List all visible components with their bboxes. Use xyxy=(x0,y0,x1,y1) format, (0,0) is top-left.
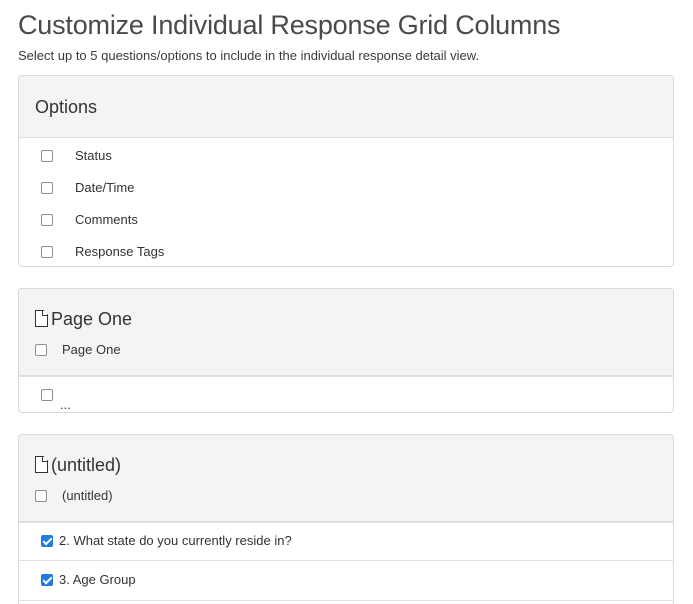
question-label: 3. Age Group xyxy=(59,572,136,587)
question-row[interactable]: ... xyxy=(19,376,673,412)
document-icon xyxy=(35,310,48,327)
option-label: Comments xyxy=(75,212,138,227)
page-title: Customize Individual Response Grid Colum… xyxy=(18,10,561,40)
document-icon xyxy=(35,456,48,473)
comments-checkbox[interactable] xyxy=(41,214,53,226)
question-checkbox-checked[interactable] xyxy=(41,535,53,547)
options-panel-title: Options xyxy=(35,97,98,117)
question-checkbox[interactable] xyxy=(41,389,53,401)
untitled-option-label: (untitled) xyxy=(62,488,113,503)
page-one-panel-header: Page One Page One xyxy=(19,289,673,376)
status-checkbox[interactable] xyxy=(41,150,53,162)
options-panel: Options Status Date/Time Comments Respon… xyxy=(18,75,674,267)
question-checkbox-checked[interactable] xyxy=(41,574,53,586)
question-row[interactable]: 3. Age Group xyxy=(19,560,673,600)
page-one-heading: Page One xyxy=(35,309,132,330)
option-label: Status xyxy=(75,148,112,163)
untitled-page-panel: (untitled) (untitled) 2. What state do y… xyxy=(18,434,674,604)
untitled-heading-label: (untitled) xyxy=(51,455,122,475)
date-time-checkbox[interactable] xyxy=(41,182,53,194)
page-subtitle: Select up to 5 questions/options to incl… xyxy=(18,48,480,63)
untitled-heading: (untitled) xyxy=(35,455,121,476)
page-one-panel: Page One Page One ... xyxy=(18,288,674,413)
option-label: Response Tags xyxy=(75,244,165,259)
option-label: Date/Time xyxy=(75,180,135,195)
options-panel-header: Options xyxy=(19,76,673,138)
question-row-partial xyxy=(19,600,673,604)
untitled-page-checkbox[interactable] xyxy=(35,490,47,502)
untitled-panel-header: (untitled) (untitled) xyxy=(19,435,673,522)
page-one-option-label: Page One xyxy=(62,342,121,357)
page-one-heading-label: Page One xyxy=(51,309,133,329)
question-row[interactable]: 2. What state do you currently reside in… xyxy=(19,522,673,560)
page-one-checkbox[interactable] xyxy=(35,344,47,356)
question-label: 2. What state do you currently reside in… xyxy=(59,533,292,548)
response-tags-checkbox[interactable] xyxy=(41,246,53,258)
question-label: ... xyxy=(60,397,71,412)
